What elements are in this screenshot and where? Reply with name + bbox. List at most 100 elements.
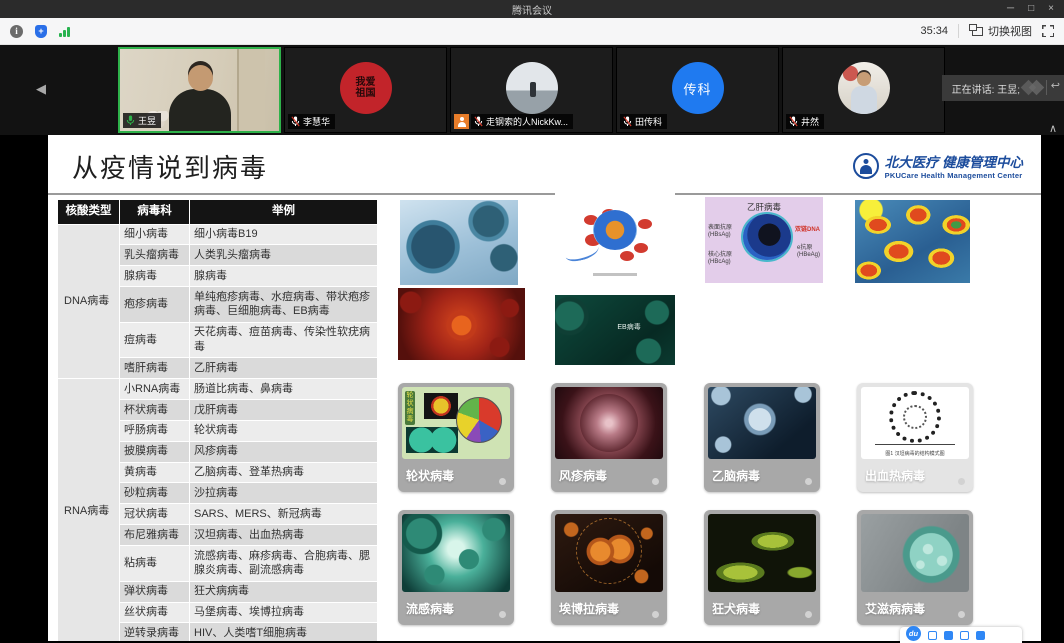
virus-examples-cell: 沙拉病毒 <box>190 483 378 504</box>
virus-family-cell: 布尼雅病毒 <box>120 525 190 546</box>
participant-video[interactable]: 王昱 <box>118 47 281 133</box>
fullscreen-icon[interactable] <box>1042 25 1054 37</box>
mic-active-icon <box>126 115 135 126</box>
ime-tool-icon[interactable] <box>976 631 985 640</box>
participant-video[interactable]: 井然 <box>782 47 945 133</box>
toolbar-divider <box>958 24 959 38</box>
virus-family-cell: 小RNA病毒 <box>120 379 190 400</box>
virus-examples-cell: 流感病毒、麻疹病毒、合胞病毒、腮腺炎病毒、副流感病毒 <box>190 546 378 582</box>
virus-table-body: DNA病毒细小病毒细小病毒B19乳头瘤病毒人类乳头瘤病毒腺病毒腺病毒疱疹病毒单纯… <box>58 224 378 641</box>
table-row: DNA病毒细小病毒细小病毒B19 <box>58 224 378 245</box>
virus-card-image <box>555 387 663 459</box>
virus-table-head: 核酸类型病毒科举例 <box>58 200 378 225</box>
table-header-cell: 举例 <box>190 200 378 225</box>
reply-arrow-icon[interactable]: ↩ <box>1051 79 1060 92</box>
diagram-caption <box>593 273 637 277</box>
virus-examples-cell: SARS、MERS、新冠病毒 <box>190 504 378 525</box>
virus-card: 轮状病毒轮状病毒 <box>398 383 514 492</box>
virus-examples-cell: 乙脑病毒、登革热病毒 <box>190 462 378 483</box>
participant-video[interactable]: 传科田传科 <box>616 47 779 133</box>
virus-family-cell: 冠状病毒 <box>120 504 190 525</box>
blue-virus-image <box>400 200 518 285</box>
virus-card: 图1 汉坦病毒的结构模式图出血热病毒 <box>857 383 973 492</box>
banner-divider <box>1046 80 1047 95</box>
diagram-dna-strand <box>564 241 601 264</box>
participant-name: 走钢索的人NickKw... <box>486 115 568 128</box>
close-icon[interactable]: × <box>1048 0 1054 18</box>
virus-family-cell: 丝状病毒 <box>120 602 190 623</box>
video-strip: ◀ 王昱 我爱祖国李慧华走钢索的人NickKw... 传科田传科井然 正在讲话: 王… <box>0 45 1064 135</box>
virus-examples-cell: 天花病毒、痘苗病毒、传染性软疣病毒 <box>190 322 378 358</box>
virus-family-cell: 逆转录病毒 <box>120 623 190 641</box>
logo-text-en: PKUCare Health Management Center <box>885 171 1023 180</box>
logo-text-cn: 北大医疗 健康管理中心 <box>885 151 1023 171</box>
card-dot-icon <box>499 478 506 485</box>
virus-family-cell: 疱疹病毒 <box>120 287 190 323</box>
table-header-cell: 核酸类型 <box>58 200 120 225</box>
virus-examples-cell: 腺病毒 <box>190 266 378 287</box>
hbv-label-dna: 双链DNA <box>795 227 820 234</box>
security-shield-icon[interactable]: + <box>35 25 47 38</box>
virus-card: 狂犬病毒 <box>704 510 820 625</box>
maximize-icon[interactable]: □ <box>1028 0 1034 18</box>
network-signal-icon[interactable] <box>59 26 70 37</box>
virus-card-label: 轮状病毒 <box>406 467 510 484</box>
card-dot-icon <box>958 478 965 485</box>
ime-tool-icon[interactable] <box>944 631 953 640</box>
participant-video[interactable]: 走钢索的人NickKw... <box>450 47 613 133</box>
ime-tool-icon[interactable] <box>928 631 937 640</box>
card-dot-icon <box>652 611 659 618</box>
virus-examples-cell: 狂犬病病毒 <box>190 581 378 602</box>
table-row: RNA病毒小RNA病毒肠道比病毒、鼻病毒 <box>58 379 378 400</box>
virus-family-cell: 腺病毒 <box>120 266 190 287</box>
participant-name-tag: 田传科 <box>620 114 667 129</box>
virus-family-cell: 呼肠病毒 <box>120 420 190 441</box>
virus-card-label: 艾滋病病毒 <box>865 600 969 617</box>
collapse-strip-icon[interactable]: ∧ <box>1049 122 1057 135</box>
pkucare-logo: 北大医疗 健康管理中心 PKUCare Health Management Ce… <box>853 151 1023 180</box>
window-title: 腾讯会议 <box>512 2 552 17</box>
virus-family-cell: 弹状病毒 <box>120 581 190 602</box>
speaking-banner: 正在讲话: 王昱; ↩ <box>942 75 1064 101</box>
title-divider <box>48 193 1041 195</box>
virus-card: 艾滋病病毒 <box>857 510 973 625</box>
participant-name: 王昱 <box>138 114 156 127</box>
switch-view-label: 切换视图 <box>988 23 1032 39</box>
virus-card-image: 轮状病毒 <box>402 387 510 459</box>
speaking-banner-text: 正在讲话: 王昱; <box>952 81 1020 96</box>
minimize-icon[interactable]: ─ <box>1007 0 1014 18</box>
virus-family-cell: 披膜病毒 <box>120 441 190 462</box>
virus-table: 核酸类型病毒科举例 DNA病毒细小病毒细小病毒B19乳头瘤病毒人类乳头瘤病毒腺病… <box>57 199 378 641</box>
participant-avatar <box>838 62 890 114</box>
participant-avatar <box>506 62 558 114</box>
participant-name: 李慧华 <box>303 115 330 128</box>
ime-tool-icon[interactable] <box>960 631 969 640</box>
mic-muted-icon <box>291 116 300 127</box>
virus-card-image <box>708 514 816 592</box>
virus-cards-row-2: 流感病毒埃博拉病毒狂犬病毒艾滋病病毒 <box>398 510 973 625</box>
mic-muted-icon <box>623 116 632 127</box>
virus-card-image <box>861 514 969 592</box>
virus-card-label: 狂犬病毒 <box>712 600 816 617</box>
switch-view-button[interactable]: 切换视图 <box>969 23 1032 39</box>
virus-examples-cell: 人类乳头瘤病毒 <box>190 245 378 266</box>
virus-structure-diagram-image <box>555 192 675 280</box>
eb-virus-image: EB病毒 <box>555 295 675 365</box>
scroll-left-icon[interactable]: ◀ <box>36 81 46 97</box>
virus-card-image <box>708 387 816 459</box>
participant-video[interactable]: 我爱祖国李慧华 <box>284 47 447 133</box>
virus-card-label: 埃博拉病毒 <box>559 600 663 617</box>
table-header-cell: 病毒科 <box>120 200 190 225</box>
participant-name-tag: 李慧华 <box>288 114 335 129</box>
diagram-capsid <box>593 210 637 250</box>
hbv-title: 乙肝病毒 <box>705 201 823 213</box>
meeting-timer: 35:34 <box>920 25 948 37</box>
baidu-ime-logo[interactable]: du <box>906 626 921 641</box>
meeting-info-icon[interactable]: i <box>10 25 23 38</box>
window-controls: ─ □ × <box>1007 0 1060 18</box>
virus-examples-cell: 戊肝病毒 <box>190 400 378 421</box>
virus-card-image <box>555 514 663 592</box>
hbv-virion <box>743 214 791 260</box>
red-virus-image <box>398 288 525 360</box>
virus-examples-cell: 乙肝病毒 <box>190 358 378 379</box>
